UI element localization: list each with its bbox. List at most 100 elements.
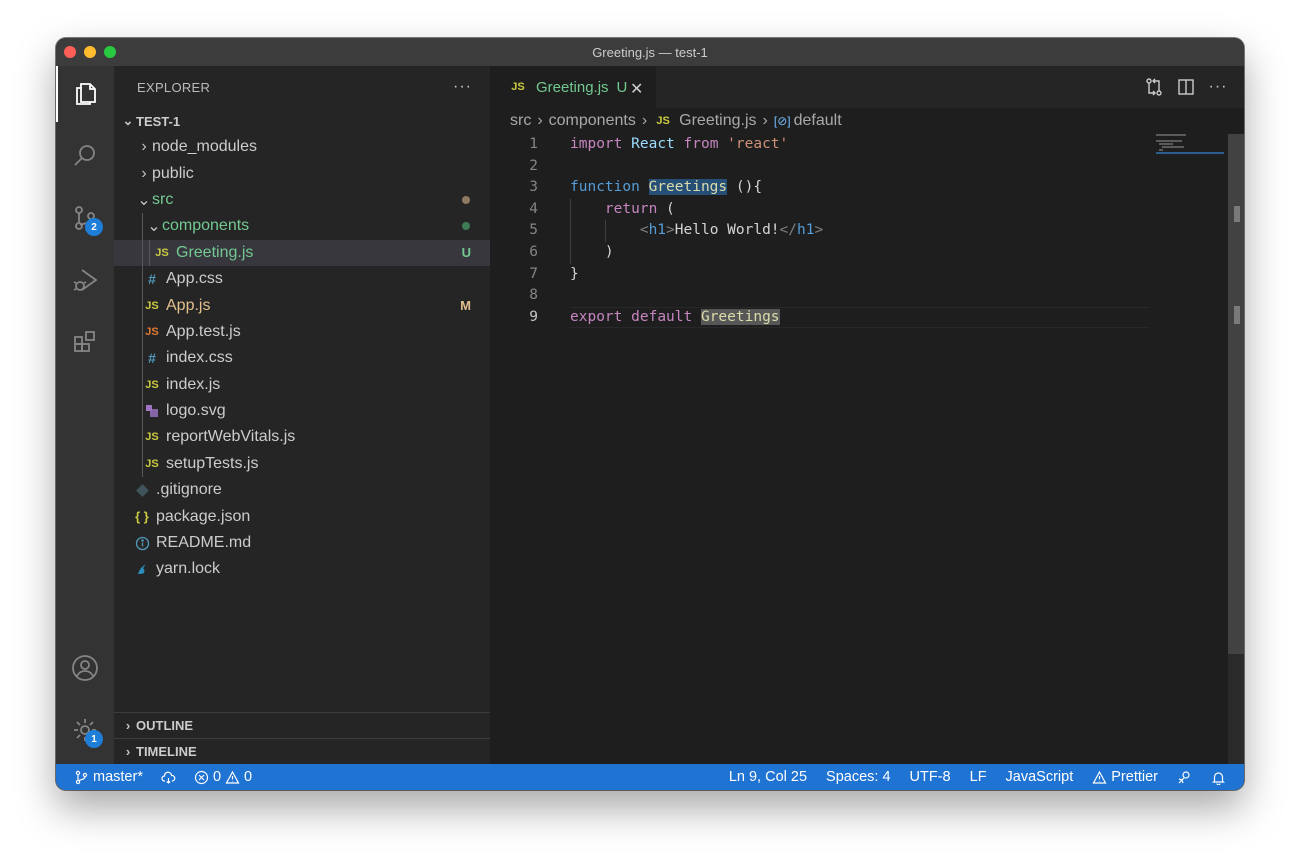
explorer-more-icon[interactable]: ··· [453,78,472,96]
outline-section[interactable]: › OUTLINE [114,712,490,738]
svg-file-icon [142,404,162,418]
tree-item-label: index.js [166,375,221,393]
symbol-variable-icon: [⊘] [773,114,791,128]
git-branch-status[interactable]: master* [74,769,143,785]
explorer-activity-button[interactable] [56,66,114,122]
code-line: 6 ) [490,242,1190,264]
line-number: 4 [529,200,538,217]
line-number: 7 [529,265,538,282]
code-line: 7 } [490,264,1190,286]
source-control-activity-button[interactable]: 2 [56,190,114,246]
search-activity-button[interactable] [56,128,114,184]
encoding-status[interactable]: UTF-8 [910,769,951,785]
tree-file-index-css[interactable]: # index.css [114,345,490,372]
explorer-title: EXPLORER [137,79,211,95]
files-icon [76,83,96,105]
json-file-icon: { } [135,509,149,525]
editor-tabs: JS Greeting.js U ✕ ··· [490,66,1244,108]
tree-file-app-test-js[interactable]: JS App.test.js [114,318,490,346]
js-file-icon: JS [145,457,159,470]
feedback-icon [1178,770,1190,783]
accounts-activity-button[interactable] [56,640,114,696]
js-file-icon: JS [145,431,159,444]
tree-file-index-js[interactable]: JS index.js [114,371,490,398]
tree-item-label: components [162,217,250,235]
tree-folder-node-modules[interactable]: › node_modules [114,134,490,160]
tree-file-yarn-lock[interactable]: yarn.lock [114,556,490,582]
more-actions-icon[interactable]: ··· [1208,78,1228,96]
tree-file-app-css[interactable]: # App.css [114,265,490,293]
code-line-current: 9 export default Greetings [490,306,1190,329]
tree-file-report-web-vitals-js[interactable]: JS reportWebVitals.js [114,424,490,451]
tree-file-gitignore[interactable]: .gitignore [114,477,490,503]
window-title: Greeting.js — test-1 [592,44,708,60]
timeline-section[interactable]: › TIMELINE [114,738,490,764]
formatter-status[interactable]: Prettier [1092,769,1158,785]
close-icon[interactable]: ✕ [630,79,643,99]
tree-file-setup-tests-js[interactable]: JS setupTests.js [114,450,490,478]
code-line: 2 [490,156,1190,178]
feedback-status[interactable] [1177,770,1192,785]
breadcrumb-components[interactable]: components [549,112,636,130]
js-file-icon: JS [155,246,169,259]
extensions-activity-button[interactable] [56,314,114,370]
explorer-header: EXPLORER ··· [114,66,490,108]
chevron-right-icon: › [125,718,131,733]
tree-folder-components[interactable]: ⌄ components [114,213,490,240]
editor-area: JS Greeting.js U ✕ ··· src › components … [490,66,1244,764]
extensions-icon [74,331,95,352]
vscode-window: Greeting.js — test-1 2 1 EXPLORER ··· ⌄ … [56,38,1244,790]
modified-dot [462,195,470,204]
minimap[interactable] [1156,134,1226,154]
run-debug-activity-button[interactable] [56,252,114,308]
tree-file-package-json[interactable]: { } package.json [114,503,490,529]
indent-guide [142,213,143,240]
overview-marker [1234,206,1240,222]
line-number: 3 [529,179,538,196]
open-changes-icon[interactable] [1144,77,1164,97]
minimize-window-button[interactable] [84,46,96,58]
language-mode-status[interactable]: JavaScript [1006,769,1074,785]
code-content: <h1>Hello World!</h1> [639,222,824,239]
close-window-button[interactable] [64,46,76,58]
yarn-icon [132,562,152,576]
breadcrumb-file[interactable]: Greeting.js [679,112,756,130]
tree-item-label: .gitignore [156,481,222,499]
tab-label: Greeting.js [536,78,609,96]
code-line: 8 [490,285,1190,307]
eol-status[interactable]: LF [970,769,987,785]
chevron-right-icon: › [537,112,543,129]
error-count: 0 [212,769,222,785]
workspace-folder[interactable]: ⌄ TEST-1 [114,108,490,134]
code-content: function Greetings (){ [570,179,763,196]
tab-greeting-js[interactable]: JS Greeting.js U ✕ [490,66,656,108]
line-number: 2 [529,157,538,174]
workspace-folder-label: TEST-1 [136,113,181,129]
tree-item-label: setupTests.js [166,454,259,472]
tree-file-greeting-js[interactable]: JS Greeting.js U [114,239,490,266]
manage-activity-button[interactable]: 1 [56,702,114,758]
breadcrumb-src[interactable]: src [510,112,531,130]
untracked-decoration: U [461,245,471,261]
code-line: 1 import React from 'react' [490,134,1190,156]
window-controls [64,46,116,58]
maximize-window-button[interactable] [104,46,116,58]
indent-guide [142,239,143,266]
tree-file-app-js[interactable]: JS App.js M [114,292,490,319]
timeline-label: TIMELINE [136,744,197,759]
cursor-position-status[interactable]: Ln 9, Col 25 [729,769,807,785]
tree-file-readme-md[interactable]: README.md [114,530,490,556]
indentation-status[interactable]: Spaces: 4 [826,769,891,785]
code-editor[interactable]: 1 import React from 'react' 2 3 function… [490,134,1190,329]
sync-status[interactable] [161,770,176,785]
notifications-status[interactable] [1211,770,1226,785]
tree-item-label: Greeting.js [176,243,254,261]
split-editor-icon[interactable] [1176,77,1196,97]
tree-folder-public[interactable]: › public [114,160,490,186]
breadcrumb-symbol[interactable]: default [794,112,842,130]
indent-guide [142,397,143,425]
problems-status[interactable]: 0 0 [194,769,252,785]
tree-file-logo-svg[interactable]: logo.svg [114,397,490,425]
untracked-dot [462,222,470,231]
tree-folder-src[interactable]: ⌄ src [114,187,490,213]
